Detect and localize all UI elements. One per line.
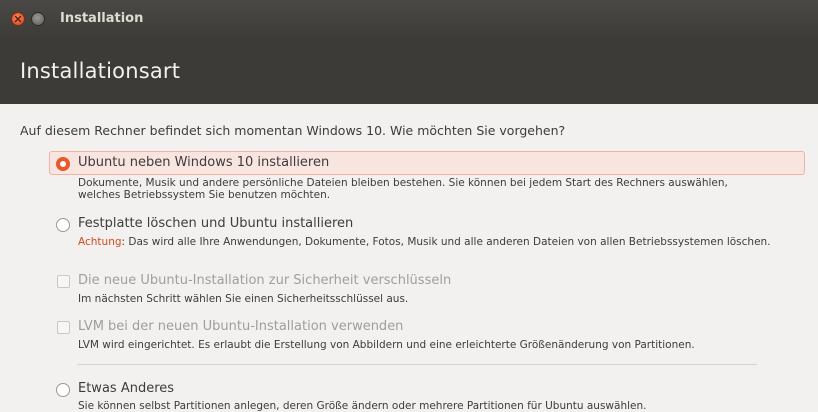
page-header: Installationsart xyxy=(0,40,818,104)
option-erase-disk-label[interactable]: Festplatte löschen und Ubuntu installier… xyxy=(78,216,353,231)
checkbox-encrypt-desc: Im nächsten Schritt wählen Sie einen Sic… xyxy=(78,293,409,305)
close-icon xyxy=(14,15,22,23)
option-ubuntu-alongside-desc-line2: welches Betriebssystem Sie benutzen möch… xyxy=(78,189,331,201)
radio-erase-disk[interactable] xyxy=(56,218,70,232)
option-erase-disk-desc: Achtung: Das wird alle Ihre Anwendungen,… xyxy=(78,236,771,248)
installer-window: Installation Installationsart Auf diesem… xyxy=(0,0,818,412)
radio-ubuntu-alongside[interactable] xyxy=(56,157,70,171)
warning-text: : Das wird alle Ihre Anwendungen, Dokume… xyxy=(121,236,771,248)
option-ubuntu-alongside-label[interactable]: Ubuntu neben Windows 10 installieren xyxy=(78,155,329,170)
checkbox-lvm-desc: LVM wird eingerichtet. Es erlaubt die Er… xyxy=(78,339,695,351)
warning-label: Achtung xyxy=(78,236,122,248)
divider xyxy=(77,364,757,365)
radio-something-else[interactable] xyxy=(56,383,70,397)
checkbox-encrypt-label[interactable]: Die neue Ubuntu-Installation zur Sicherh… xyxy=(78,273,451,288)
option-something-else-label[interactable]: Etwas Anderes xyxy=(78,381,174,396)
checkbox-lvm-label[interactable]: LVM bei der neuen Ubuntu-Installation ve… xyxy=(78,319,403,334)
page-title: Installationsart xyxy=(20,59,181,83)
option-ubuntu-alongside-desc-line1: Dokumente, Musik und andere persönliche … xyxy=(78,177,728,189)
close-window-button[interactable] xyxy=(11,12,25,26)
minimize-window-button[interactable] xyxy=(31,12,45,26)
option-something-else-desc: Sie können selbst Partitionen anlegen, d… xyxy=(78,400,647,412)
window-title: Installation xyxy=(60,11,144,26)
question-text: Auf diesem Rechner befindet sich momenta… xyxy=(20,123,566,138)
checkbox-lvm[interactable] xyxy=(57,321,70,334)
title-bar: Installation xyxy=(0,0,818,40)
checkbox-encrypt[interactable] xyxy=(57,275,70,288)
